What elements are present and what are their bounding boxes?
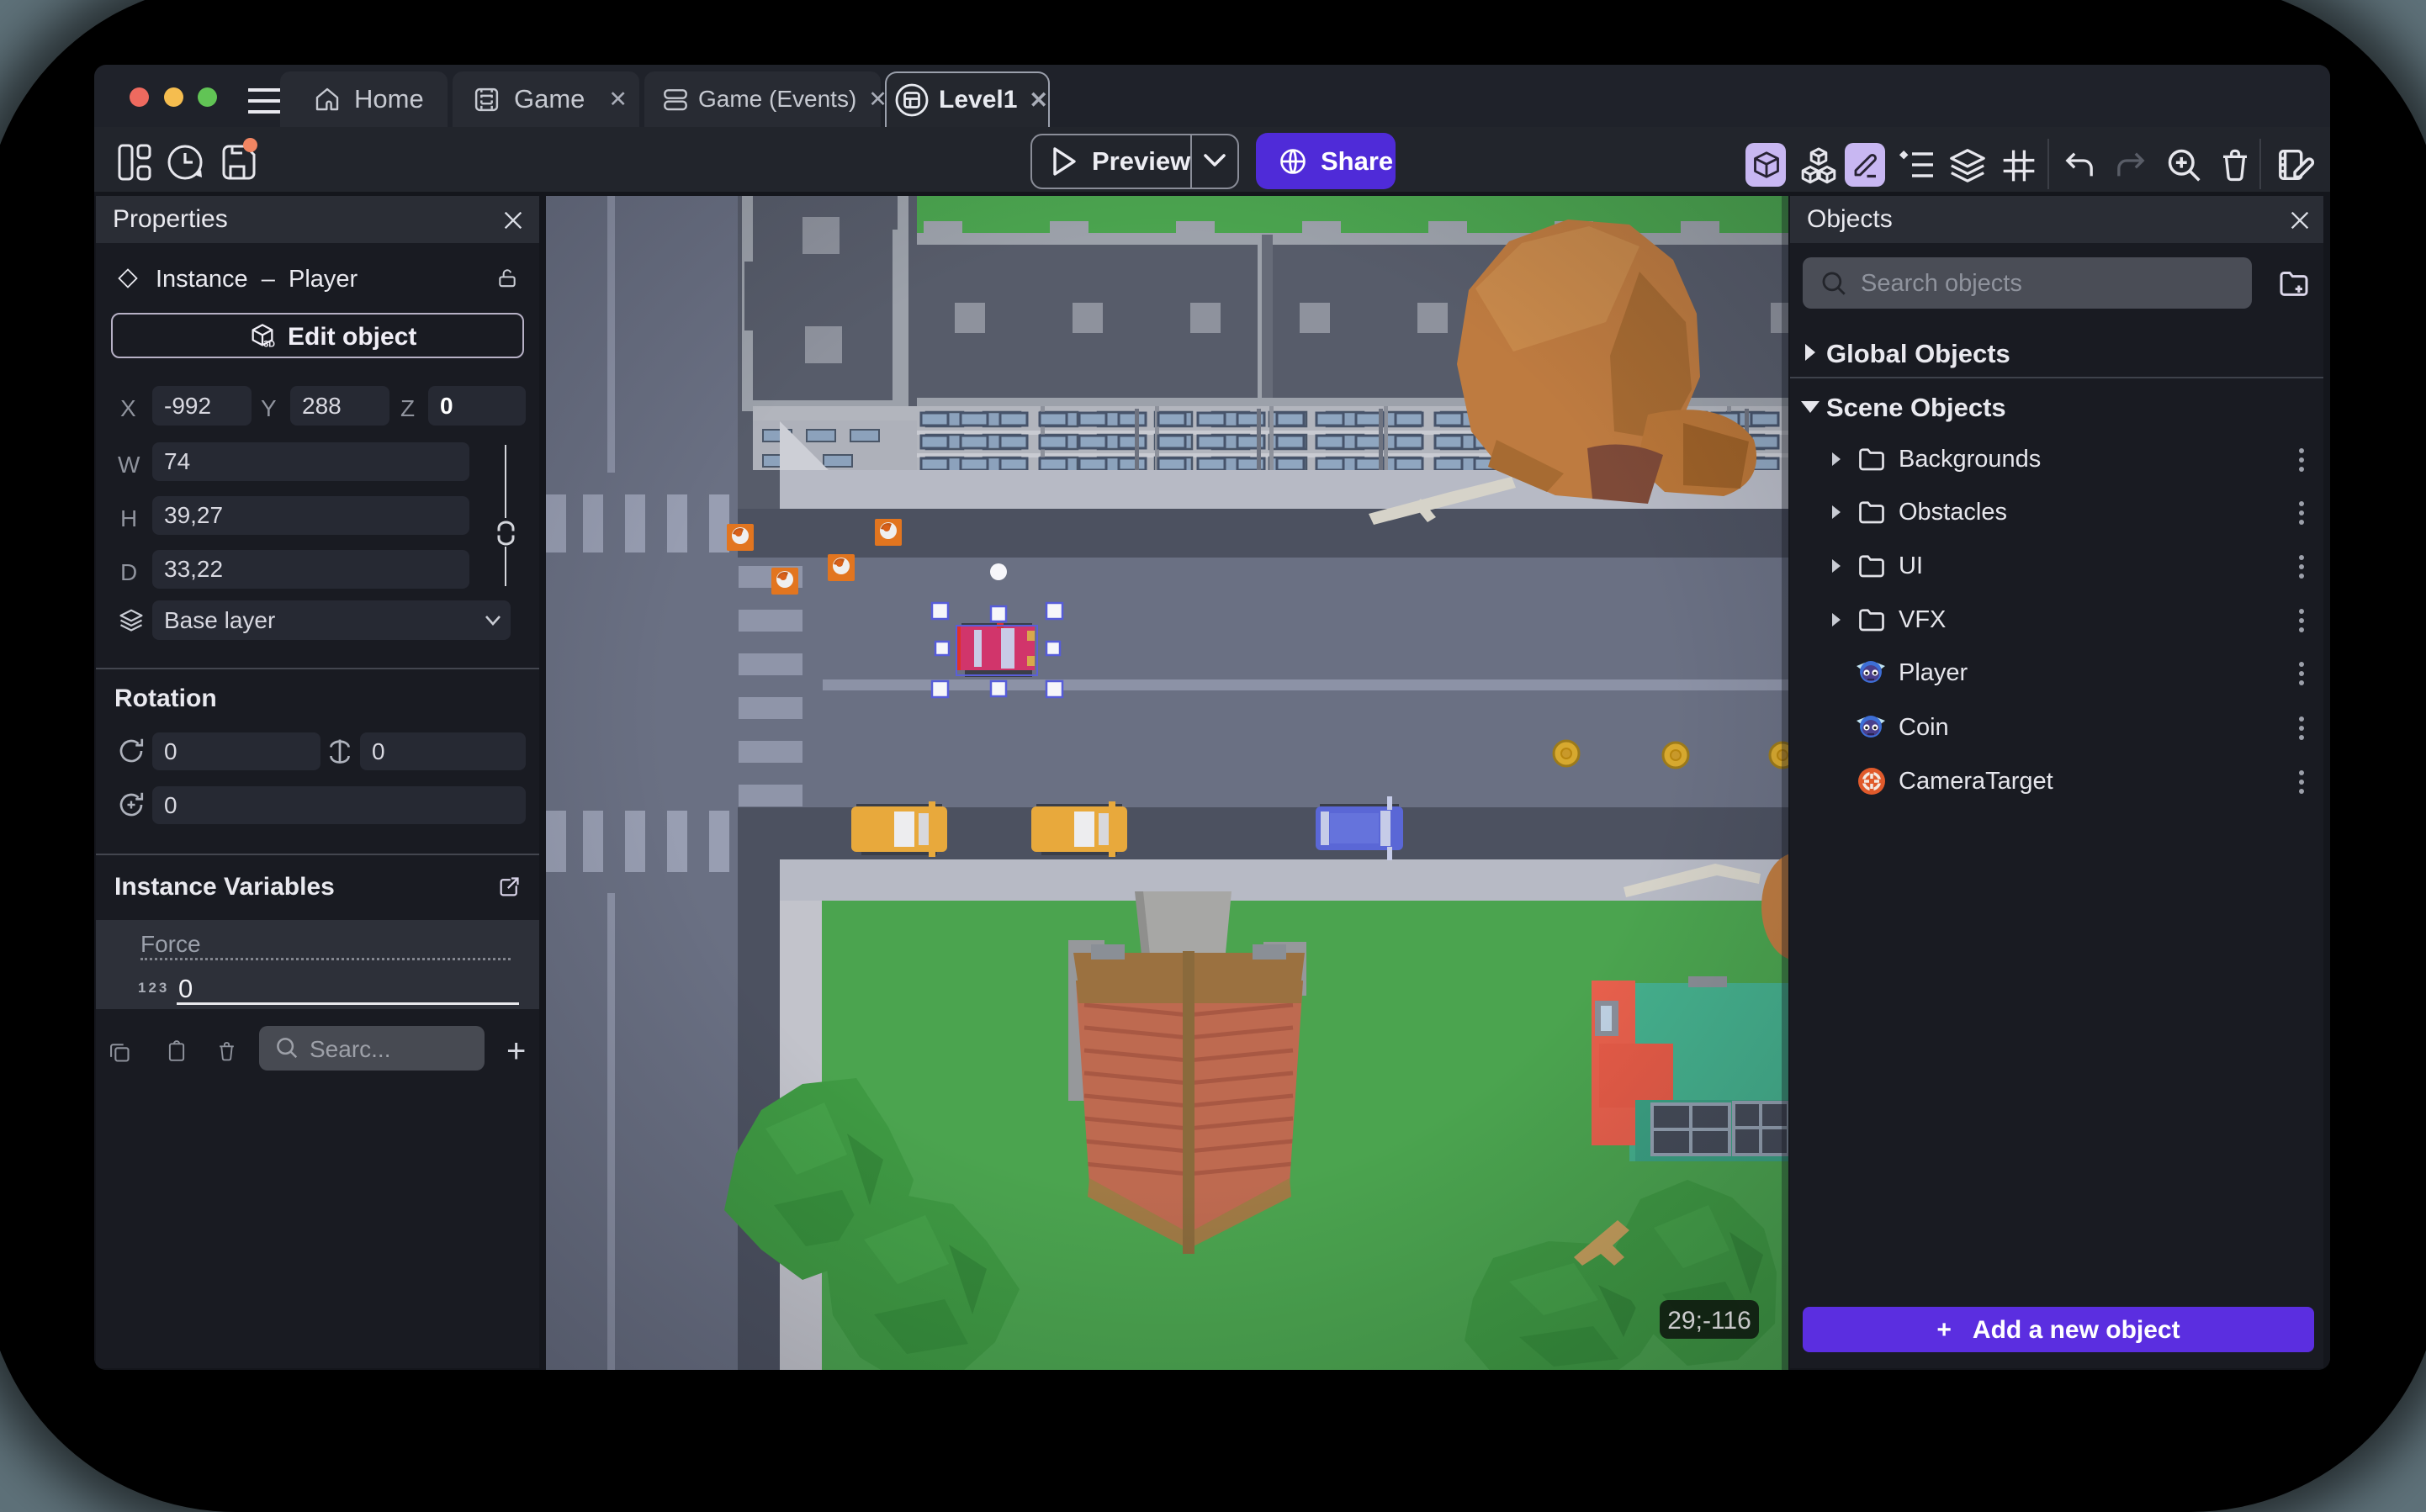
svg-text:3D: 3D xyxy=(263,339,275,349)
